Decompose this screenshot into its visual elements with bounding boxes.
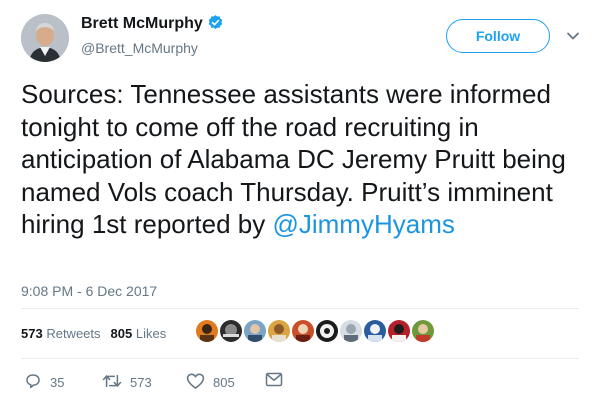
engagement-stats: 573 Retweets 805 Likes	[21, 326, 166, 341]
divider-bottom	[21, 358, 579, 359]
author-name-text[interactable]: Brett McMurphy	[81, 15, 203, 32]
liker-avatar[interactable]	[220, 320, 242, 342]
retweets-count: 573	[21, 326, 43, 341]
chevron-down-icon[interactable]	[566, 29, 580, 48]
like-count: 805	[213, 375, 235, 390]
liker-avatars	[196, 320, 434, 342]
liker-avatar[interactable]	[388, 320, 410, 342]
retweets-label: Retweets	[46, 326, 101, 341]
retweet-count: 573	[130, 375, 152, 390]
likes-label: Likes	[135, 326, 167, 341]
reply-count: 35	[50, 375, 65, 390]
likes-count: 805	[110, 326, 133, 341]
tweet-timestamp[interactable]: 9:08 PM - 6 Dec 2017	[21, 283, 157, 299]
author-avatar[interactable]	[21, 14, 69, 62]
reply-icon	[24, 372, 42, 393]
liker-avatar[interactable]	[412, 320, 434, 342]
retweet-button[interactable]: 573	[102, 372, 152, 393]
liker-avatar[interactable]	[268, 320, 290, 342]
reply-button[interactable]: 35	[24, 372, 64, 393]
liker-avatar[interactable]	[292, 320, 314, 342]
follow-button[interactable]: Follow	[446, 19, 550, 53]
mention-link[interactable]: @JimmyHyams	[272, 209, 454, 239]
likes-stat[interactable]: 805 Likes	[111, 326, 167, 341]
retweet-icon	[102, 372, 122, 393]
envelope-icon	[265, 372, 283, 390]
liker-avatar[interactable]	[340, 320, 362, 342]
like-button[interactable]: 805	[186, 372, 235, 393]
retweets-stat[interactable]: 573 Retweets	[21, 326, 101, 341]
liker-avatar[interactable]	[244, 320, 266, 342]
tweet-text: Sources: Tennessee assistants were infor…	[21, 78, 583, 241]
liker-avatar[interactable]	[364, 320, 386, 342]
heart-icon	[186, 372, 205, 393]
author-name[interactable]: Brett McMurphy	[81, 14, 224, 36]
direct-message-button[interactable]	[265, 372, 283, 390]
divider-top	[21, 308, 579, 309]
liker-avatar[interactable]	[196, 320, 218, 342]
verified-badge-icon	[207, 14, 224, 36]
liker-avatar[interactable]	[316, 320, 338, 342]
author-handle[interactable]: @Brett_McMurphy	[81, 40, 198, 56]
